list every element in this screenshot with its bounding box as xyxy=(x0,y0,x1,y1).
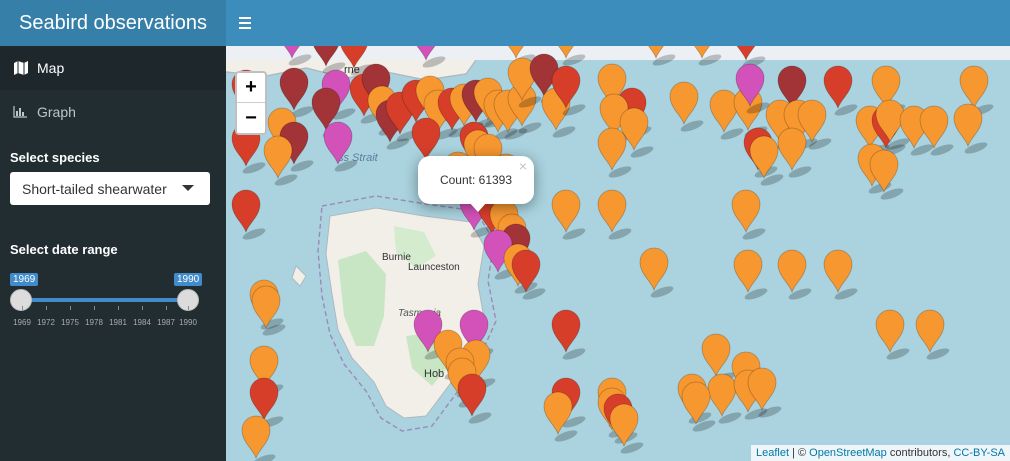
slider-to-badge: 1990 xyxy=(174,273,203,286)
map-marker[interactable] xyxy=(609,403,645,456)
tick-label: 1981 xyxy=(109,318,127,327)
species-select[interactable]: Short-tailed shearwater xyxy=(10,172,210,205)
map-marker[interactable] xyxy=(777,249,813,302)
sidebar-item-label: Graph xyxy=(37,104,76,120)
tick-label: 1990 xyxy=(179,318,197,327)
sidebar-item-map[interactable]: Map xyxy=(0,46,226,90)
zoom-out-button[interactable]: − xyxy=(237,103,265,133)
leaflet-link[interactable]: Leaflet xyxy=(756,447,789,459)
map-icon xyxy=(13,61,29,75)
map-marker[interactable] xyxy=(733,249,769,302)
map-marker[interactable] xyxy=(688,46,723,68)
map-marker[interactable] xyxy=(669,81,705,134)
species-label: Select species xyxy=(10,150,100,165)
map-marker[interactable] xyxy=(551,309,587,362)
map-marker[interactable] xyxy=(251,285,287,338)
top-navbar xyxy=(226,0,1010,46)
map-marker[interactable] xyxy=(597,189,633,242)
tick-label: 1972 xyxy=(37,318,55,327)
map-view[interactable]: Burnie Launceston Tasmania Hob ss Strait… xyxy=(226,46,1010,461)
map-marker[interactable] xyxy=(511,249,547,302)
date-range-label: Select date range xyxy=(10,242,118,257)
map-marker[interactable] xyxy=(551,189,587,242)
slider-ticks: 1969 1972 1975 1978 1981 1984 1987 1990 xyxy=(10,306,210,327)
map-marker[interactable] xyxy=(731,189,767,242)
popup-text: Count: 61393 xyxy=(439,173,513,187)
caret-down-icon xyxy=(182,185,194,191)
map-marker[interactable] xyxy=(231,189,267,242)
map-marker[interactable] xyxy=(619,107,655,160)
map-marker[interactable] xyxy=(823,65,859,118)
menu-toggle-icon[interactable] xyxy=(236,12,258,34)
tick-label: 1984 xyxy=(133,318,151,327)
slider-from-badge: 1969 xyxy=(10,273,39,286)
attribution-sep: | © xyxy=(789,447,810,459)
tick-label: 1975 xyxy=(61,318,79,327)
attribution-contributors: contributors, xyxy=(886,447,954,459)
map-marker[interactable] xyxy=(278,46,313,68)
bar-chart-icon xyxy=(13,105,29,119)
map-marker[interactable] xyxy=(823,249,859,302)
map-marker[interactable] xyxy=(915,309,951,362)
slider-track[interactable] xyxy=(20,298,188,302)
zoom-control: + − xyxy=(235,71,267,135)
tick-label: 1969 xyxy=(13,318,31,327)
app-title: Seabird observations xyxy=(0,0,226,46)
map-marker[interactable] xyxy=(875,309,911,362)
license-link[interactable]: CC-BY-SA xyxy=(953,447,1005,459)
tick-label: 1978 xyxy=(85,318,103,327)
osm-link[interactable]: OpenStreetMap xyxy=(809,447,887,459)
map-marker[interactable] xyxy=(869,149,905,202)
species-select-value: Short-tailed shearwater xyxy=(22,180,167,197)
sidebar-item-label: Map xyxy=(37,60,65,76)
map-marker[interactable] xyxy=(323,121,359,174)
zoom-in-button[interactable]: + xyxy=(237,73,265,103)
map-marker[interactable] xyxy=(639,247,675,300)
tick-label: 1987 xyxy=(157,318,175,327)
map-attribution: Leaflet | © OpenStreetMap contributors, … xyxy=(750,445,1010,461)
map-marker[interactable] xyxy=(412,46,447,70)
map-marker[interactable] xyxy=(642,46,677,68)
map-marker[interactable] xyxy=(777,127,813,180)
sidebar: Map Graph Select species Short-tailed sh… xyxy=(0,46,226,461)
marker-layer xyxy=(231,46,994,461)
sidebar-item-graph[interactable]: Graph xyxy=(0,90,226,134)
date-range-slider[interactable]: 1969 1990 1969 1972 1975 1978 1981 1984 … xyxy=(10,268,210,338)
popup-close-button[interactable]: × xyxy=(519,158,527,174)
popup-tip xyxy=(469,202,487,212)
marker-popup: Count: 61393 × xyxy=(418,156,534,204)
